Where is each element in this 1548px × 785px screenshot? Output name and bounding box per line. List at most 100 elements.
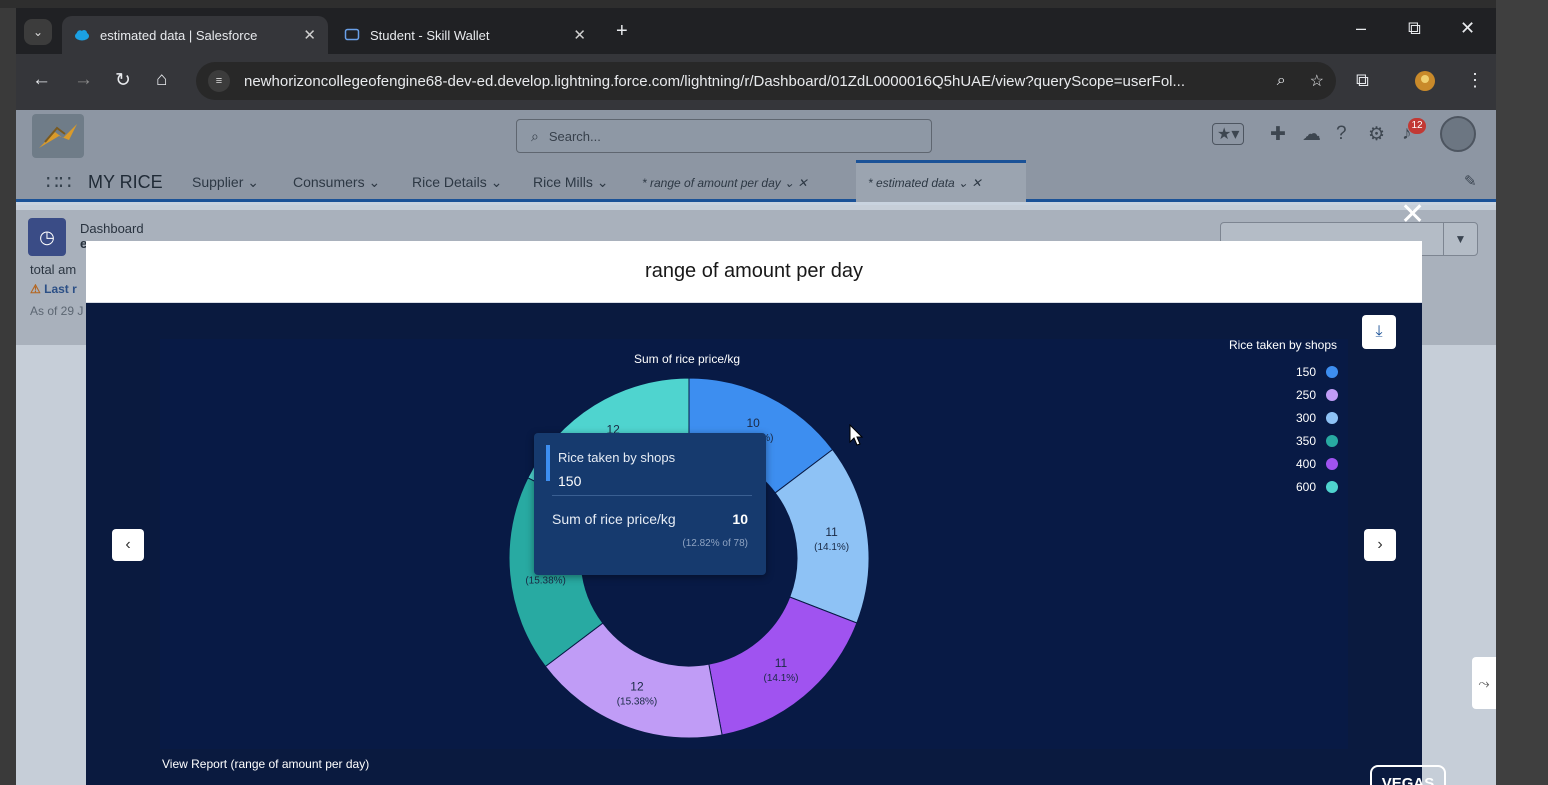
back-arrow-icon[interactable]: ← bbox=[32, 69, 51, 91]
tooltip-measure-label: Sum of rice price/kg bbox=[552, 511, 676, 527]
tune-icon[interactable]: ≡ bbox=[208, 70, 230, 92]
nav-label: Rice Mills bbox=[533, 174, 593, 190]
close-window-icon[interactable]: ✕ bbox=[1460, 18, 1475, 39]
legend-label-400: 400 bbox=[1296, 457, 1316, 471]
home-icon[interactable]: ⌂ bbox=[156, 69, 167, 91]
tab-strip: ⌄ estimated data | Salesforce ✕ Student … bbox=[16, 8, 1496, 54]
nav-item-range-of-amount[interactable]: * range of amount per day ⌄ ✕ bbox=[642, 176, 808, 190]
add-icon[interactable]: ✚ bbox=[1270, 123, 1286, 146]
profile-icon[interactable] bbox=[1414, 70, 1436, 97]
plus-icon[interactable]: + bbox=[616, 20, 628, 43]
reload-icon[interactable]: ↻ bbox=[115, 69, 131, 92]
slice-percent-label: (15.38%) bbox=[525, 575, 566, 586]
edit-nav-icon[interactable]: ✎ bbox=[1464, 172, 1477, 190]
search-input[interactable]: ⌕ Search... bbox=[516, 119, 932, 153]
chevron-down-icon[interactable]: ⌄ bbox=[24, 19, 52, 45]
global-header: ⌕ Search... ★▾ ✚ ☁ ? ⚙ ♪ 12 bbox=[16, 110, 1496, 160]
skill-wallet-icon bbox=[344, 28, 360, 41]
dashboard-subtitle: total am bbox=[30, 262, 77, 277]
legend-title: Rice taken by shops bbox=[1229, 338, 1337, 352]
legend-swatch-150[interactable] bbox=[1326, 366, 1338, 378]
restore-icon[interactable]: ⧉ bbox=[1408, 18, 1421, 39]
close-tab-icon[interactable]: ✕ bbox=[303, 26, 316, 44]
nav-item-consumers[interactable]: Consumers ⌄ bbox=[293, 174, 380, 191]
help-icon[interactable]: ? bbox=[1336, 123, 1347, 145]
nav-item-estimated-data[interactable]: * estimated data ⌄ ✕ bbox=[868, 176, 982, 190]
desktop-right-edge bbox=[1496, 0, 1548, 785]
browser-window: ⌄ estimated data | Salesforce ✕ Student … bbox=[16, 8, 1496, 785]
slice-percent-label: (14.1%) bbox=[763, 673, 798, 684]
search-placeholder: Search... bbox=[548, 128, 601, 144]
nav-label: * estimated data bbox=[868, 176, 955, 190]
slice-value-label: 12 bbox=[630, 679, 644, 693]
legend-swatch-300[interactable] bbox=[1326, 412, 1338, 424]
mouse-cursor-icon bbox=[849, 424, 864, 446]
browser-toolbar: ← → ↻ ⌂ ≡ newhorizoncollegeofengine68-de… bbox=[16, 54, 1496, 110]
bird-logo-icon bbox=[39, 124, 77, 148]
puzzle-icon[interactable]: ⧉ bbox=[1356, 70, 1369, 91]
legend-label-150: 150 bbox=[1296, 365, 1316, 379]
dashboard-warning: ⚠ Last r bbox=[30, 282, 88, 296]
close-icon[interactable]: ✕ bbox=[1400, 200, 1425, 230]
nav-item-rice-details[interactable]: Rice Details ⌄ bbox=[412, 174, 502, 191]
gear-icon[interactable]: ⚙ bbox=[1368, 123, 1385, 146]
trailhead-icon[interactable]: ☁ bbox=[1302, 123, 1321, 146]
warning-text: Last r bbox=[44, 282, 77, 296]
legend-label-250: 250 bbox=[1296, 388, 1316, 402]
vegas-watermark: VEGAS bbox=[1370, 765, 1446, 785]
slice-percent-label: (14.1%) bbox=[814, 542, 849, 553]
tooltip-dimension-label: Rice taken by shops bbox=[558, 450, 676, 465]
tab-skill-wallet[interactable]: Student - Skill Wallet ✕ bbox=[332, 16, 598, 54]
nav-label: Consumers bbox=[293, 174, 365, 190]
chart-title: Sum of rice price/kg bbox=[634, 352, 740, 366]
chart-tooltip: Rice taken by shops 150 Sum of rice pric… bbox=[534, 433, 766, 575]
star-icon[interactable]: ☆ bbox=[1310, 71, 1324, 91]
nav-item-rice-mills[interactable]: Rice Mills ⌄ bbox=[533, 174, 609, 191]
dashboard-as-of: As of 29 J bbox=[30, 304, 84, 318]
close-tab-icon[interactable]: ✕ bbox=[573, 26, 586, 44]
legend-swatch-400[interactable] bbox=[1326, 458, 1338, 470]
nav-label: * range of amount per day bbox=[642, 176, 781, 190]
salesforce-page: ⌕ Search... ★▾ ✚ ☁ ? ⚙ ♪ 12 ∷∷ MY RICE S… bbox=[16, 110, 1496, 785]
tooltip-color-bar bbox=[546, 445, 550, 481]
forward-arrow-icon[interactable]: → bbox=[74, 69, 93, 91]
search-icon: ⌕ bbox=[531, 127, 539, 144]
nav-item-supplier[interactable]: Supplier ⌄ bbox=[192, 174, 259, 191]
tab-estimated-data[interactable]: estimated data | Salesforce ✕ bbox=[62, 16, 328, 54]
slice-value-label: 10 bbox=[747, 416, 761, 430]
chevron-down-icon[interactable]: ▼ bbox=[1443, 223, 1477, 255]
app-navigation: ∷∷ MY RICE Supplier ⌄ Consumers ⌄ Rice D… bbox=[16, 160, 1496, 202]
legend-swatch-600[interactable] bbox=[1326, 481, 1338, 493]
legend-label-350: 350 bbox=[1296, 434, 1316, 448]
slice-value-label: 11 bbox=[775, 656, 788, 670]
legend-label-600: 600 bbox=[1296, 480, 1316, 494]
screen: ⌄ estimated data | Salesforce ✕ Student … bbox=[0, 0, 1548, 785]
tooltip-dimension-value: 150 bbox=[558, 473, 582, 489]
avatar[interactable] bbox=[1440, 116, 1476, 152]
tab-title: estimated data | Salesforce bbox=[100, 27, 258, 43]
app-launcher-icon[interactable]: ∷∷ bbox=[46, 170, 71, 195]
salesforce-cloud-icon bbox=[75, 30, 89, 41]
tooltip-divider bbox=[552, 495, 752, 496]
tab-title: Student - Skill Wallet bbox=[370, 27, 490, 43]
tooltip-percent: (12.82% of 78) bbox=[682, 538, 748, 549]
app-name: MY RICE bbox=[88, 172, 163, 192]
view-report-link[interactable]: View Report (range of amount per day) bbox=[162, 757, 369, 771]
notification-badge: 12 bbox=[1408, 118, 1426, 134]
side-widget[interactable]: ⤳ bbox=[1472, 657, 1496, 709]
minimize-icon[interactable]: – bbox=[1356, 18, 1366, 39]
tooltip-measure-value: 10 bbox=[732, 511, 748, 527]
chart-modal: range of amount per day ⤓ ‹ › Sum of ric… bbox=[86, 241, 1446, 785]
legend-swatch-350[interactable] bbox=[1326, 435, 1338, 447]
kebab-icon[interactable]: ⋮ bbox=[1466, 70, 1484, 91]
desktop-top-edge bbox=[0, 0, 1548, 8]
warning-icon: ⚠ bbox=[30, 282, 41, 296]
profile-avatar-icon bbox=[1415, 71, 1435, 91]
slice-value-label: 11 bbox=[825, 525, 838, 539]
legend-swatch-250[interactable] bbox=[1326, 389, 1338, 401]
favorites-star-icon[interactable]: ★▾ bbox=[1212, 123, 1245, 145]
legend-label-300: 300 bbox=[1296, 411, 1316, 425]
zoom-icon[interactable]: ⌕ bbox=[1277, 72, 1286, 90]
org-logo[interactable] bbox=[32, 114, 84, 158]
address-bar[interactable]: ≡ newhorizoncollegeofengine68-dev-ed.dev… bbox=[196, 62, 1336, 100]
